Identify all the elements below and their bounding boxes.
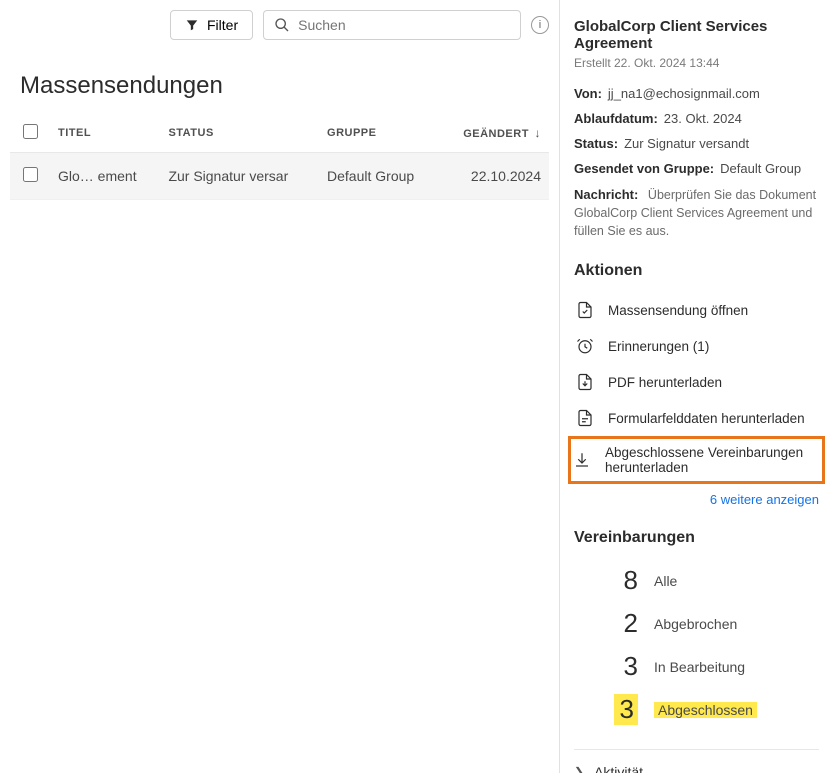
download-icon — [573, 451, 591, 469]
cell-group: Default Group — [319, 153, 439, 200]
action-label: Formularfelddaten herunterladen — [608, 411, 805, 426]
agreement-cancelled[interactable]: 2 Abgebrochen — [574, 602, 819, 645]
funnel-icon — [185, 18, 199, 32]
search-input-wrap[interactable] — [263, 10, 521, 40]
filter-button[interactable]: Filter — [170, 10, 253, 40]
sort-desc-icon: ↓ — [535, 126, 542, 140]
activity-section[interactable]: ❯ Aktivität — [574, 749, 819, 773]
action-label: Erinnerungen (1) — [608, 339, 709, 354]
activity-label: Aktivität — [594, 764, 643, 773]
search-icon — [274, 17, 290, 33]
cell-changed: 22.10.2024 — [439, 153, 549, 200]
chevron-right-icon: ❯ — [574, 765, 584, 773]
row-checkbox[interactable] — [23, 167, 38, 182]
action-open[interactable]: Massensendung öffnen — [574, 292, 819, 328]
select-all-checkbox[interactable] — [23, 124, 38, 139]
filter-label: Filter — [207, 17, 238, 33]
detail-created: Erstellt 22. Okt. 2024 13:44 — [574, 56, 819, 70]
col-status[interactable]: STATUS — [160, 114, 319, 153]
col-title[interactable]: TITEL — [50, 114, 160, 153]
meta-from: Von: jj_na1@echosignmail.com — [574, 86, 819, 101]
action-label: Abgeschlossene Vereinbarungen herunterla… — [605, 445, 820, 475]
info-icon[interactable]: i — [531, 16, 549, 34]
page-title: Massensendungen — [20, 72, 549, 100]
results-table: TITEL STATUS GRUPPE GEÄNDERT ↓ Glo… emen… — [10, 114, 549, 200]
agreement-all[interactable]: 8 Alle — [574, 559, 819, 602]
top-toolbar: Filter i — [10, 10, 549, 48]
meta-status: Status: Zur Signatur versandt — [574, 136, 819, 151]
clock-icon — [576, 337, 594, 355]
detail-title: GlobalCorp Client Services Agreement — [574, 18, 819, 52]
search-input[interactable] — [298, 17, 510, 33]
table-row[interactable]: Glo… ement Zur Signatur versar Default G… — [10, 153, 549, 200]
select-all-cell — [10, 114, 50, 153]
agreement-inprogress[interactable]: 3 In Bearbeitung — [574, 645, 819, 688]
meta-message: Nachricht: Überprüfen Sie das Dokument G… — [574, 186, 819, 240]
meta-group: Gesendet von Gruppe: Default Group — [574, 161, 819, 176]
meta-expiry: Ablaufdatum: 23. Okt. 2024 — [574, 111, 819, 126]
form-icon — [576, 409, 594, 427]
action-pdf[interactable]: PDF herunterladen — [574, 364, 819, 400]
row-select-cell — [10, 153, 50, 200]
actions-heading: Aktionen — [574, 262, 819, 280]
agreement-completed[interactable]: 3 Abgeschlossen — [574, 688, 819, 731]
open-icon — [576, 301, 594, 319]
more-actions-link[interactable]: 6 weitere anzeigen — [574, 492, 819, 507]
action-formdata[interactable]: Formularfelddaten herunterladen — [574, 400, 819, 436]
action-label: PDF herunterladen — [608, 375, 722, 390]
main-panel: Filter i Massensendungen TITEL STATUS GR… — [0, 0, 560, 773]
agreements-heading: Vereinbarungen — [574, 529, 819, 547]
cell-title: Glo… ement — [50, 153, 160, 200]
col-changed[interactable]: GEÄNDERT ↓ — [439, 114, 549, 153]
col-group[interactable]: GRUPPE — [319, 114, 439, 153]
action-download-completed[interactable]: Abgeschlossene Vereinbarungen herunterla… — [568, 436, 825, 484]
detail-panel: GlobalCorp Client Services Agreement Ers… — [560, 0, 833, 773]
cell-status: Zur Signatur versar — [160, 153, 319, 200]
action-label: Massensendung öffnen — [608, 303, 748, 318]
pdf-icon — [576, 373, 594, 391]
action-reminder[interactable]: Erinnerungen (1) — [574, 328, 819, 364]
